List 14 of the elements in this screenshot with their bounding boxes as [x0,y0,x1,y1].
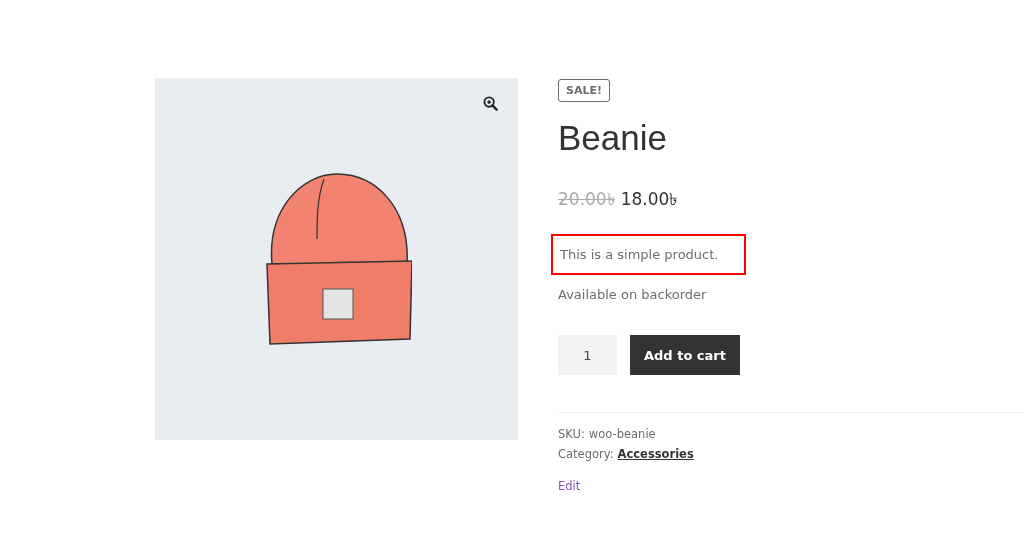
edit-link[interactable]: Edit [558,479,581,493]
sku-label: SKU: [558,427,585,441]
quantity-input[interactable]: 1 [558,335,617,375]
sale-badge: SALE! [558,79,610,102]
sale-price: 18.00৳ [620,188,678,211]
add-to-cart-button[interactable]: Add to cart [630,335,740,375]
product-title: Beanie [558,118,667,158]
category-label: Category: [558,447,614,461]
category-link[interactable]: Accessories [617,447,694,461]
sku-value: woo-beanie [588,427,656,441]
regular-price: 20.00৳ [558,188,615,211]
product-description: This is a simple product. [560,247,719,262]
search-icon[interactable] [483,96,498,111]
stock-status: Available on backorder [558,287,707,302]
